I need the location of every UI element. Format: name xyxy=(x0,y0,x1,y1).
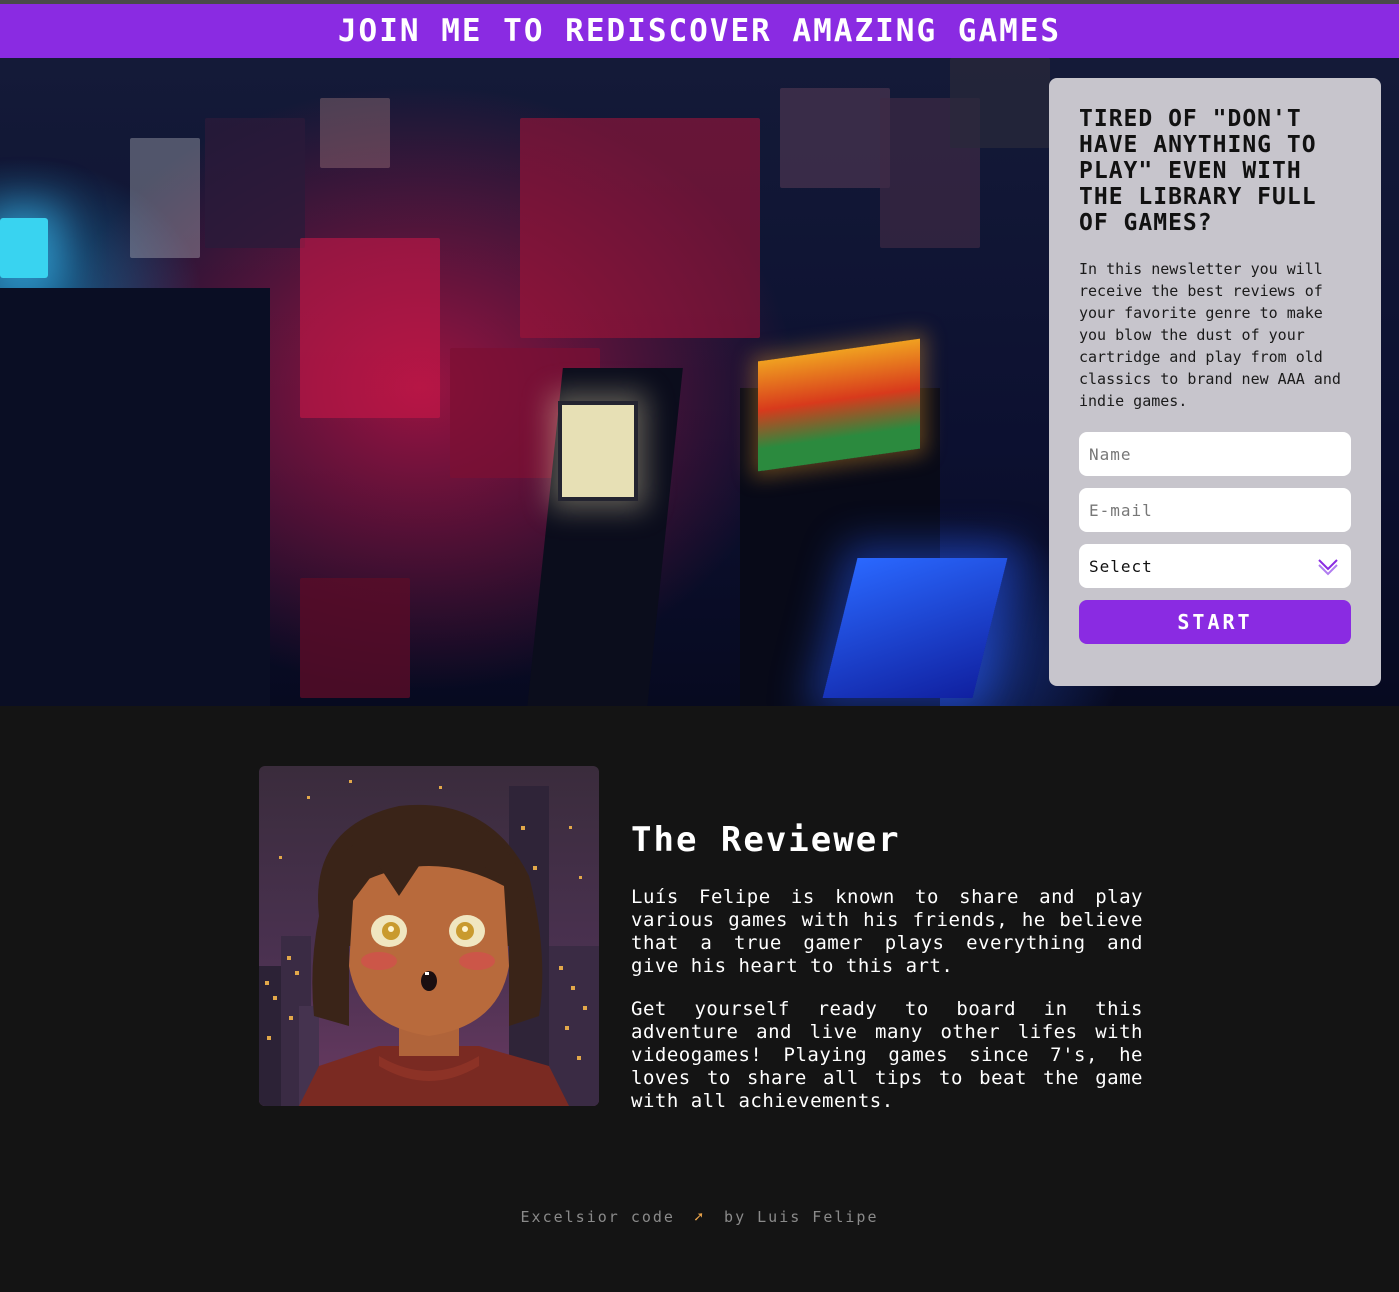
footer-left-text: Excelsior code xyxy=(520,1208,675,1226)
footer: Excelsior code ➚ by Luis Felipe xyxy=(0,1208,1399,1226)
rocket-icon: ➚ xyxy=(693,1208,706,1226)
newsletter-signup-card: TIRED OF "DON'T HAVE ANYTHING TO PLAY" E… xyxy=(1049,78,1381,686)
start-button[interactable]: START xyxy=(1079,600,1351,644)
banner-title: JOIN ME TO REDISCOVER AMAZING GAMES xyxy=(337,13,1062,49)
reviewer-paragraph-2: Get yourself ready to board in this adve… xyxy=(631,998,1143,1112)
reviewer-title: The Reviewer xyxy=(631,820,901,860)
email-input[interactable] xyxy=(1079,488,1351,532)
footer-right-text: by Luis Felipe xyxy=(724,1208,879,1226)
name-input[interactable] xyxy=(1079,432,1351,476)
reviewer-section: The Reviewer Luís Felipe is known to sha… xyxy=(259,766,1143,1116)
reviewer-paragraph-1: Luís Felipe is known to share and play v… xyxy=(631,886,1143,977)
signup-description: In this newsletter you will receive the … xyxy=(1079,260,1341,410)
genre-select-value: Select xyxy=(1089,556,1153,576)
reviewer-avatar xyxy=(259,766,599,1106)
chevron-down-icon xyxy=(1317,556,1339,576)
banner: JOIN ME TO REDISCOVER AMAZING GAMES xyxy=(0,4,1399,58)
reviewer-text: The Reviewer Luís Felipe is known to sha… xyxy=(631,820,1143,1113)
genre-select[interactable]: Select xyxy=(1079,544,1351,588)
signup-title: TIRED OF "DON'T HAVE ANYTHING TO PLAY" E… xyxy=(1079,106,1317,236)
